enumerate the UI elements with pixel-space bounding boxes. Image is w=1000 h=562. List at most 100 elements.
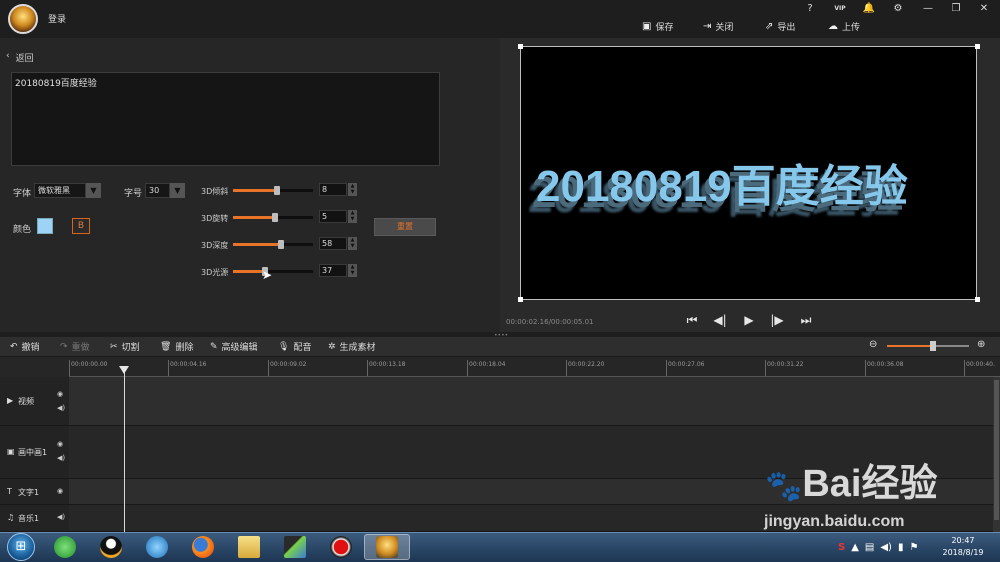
track-lane-video[interactable] [69,377,993,426]
resize-handle-br[interactable] [975,297,980,302]
taskbar-app-explorer[interactable] [226,534,272,560]
export-button[interactable]: ⇗ 导出 [765,19,795,33]
help-button[interactable]: ? [800,2,820,16]
bold-toggle[interactable]: B [72,218,90,234]
device-icon[interactable]: ▤ [865,542,874,553]
step-forward-icon[interactable]: |▶ [769,313,785,327]
step-back-icon[interactable]: ◀| [712,313,728,327]
light-stepper[interactable]: ▲ ▼ [348,264,357,277]
taskbar-app-recorder[interactable] [318,534,364,560]
taskbar-app-player[interactable] [272,534,318,560]
app-logo [8,4,38,34]
upload-label: 上传 [842,22,861,33]
start-button[interactable]: ⊞ [7,533,35,561]
notification-icon[interactable]: 🔔 [859,2,879,16]
taskbar-app-qq[interactable] [88,534,134,560]
timeline-scrollbar-thumb[interactable] [994,380,999,520]
taskbar-app-video-editor-active[interactable] [364,534,410,560]
depth-slider[interactable] [233,243,313,246]
zoom-in-icon[interactable]: ⊕ [977,339,985,350]
depth-stepper[interactable]: ▲ ▼ [348,237,357,250]
generate-label: 生成素材 [339,343,376,353]
taskbar-app-360[interactable] [42,534,88,560]
size-dropdown-icon[interactable]: ▼ [170,183,185,198]
reset-button[interactable]: 重置 [374,218,436,236]
sogou-ime-icon[interactable]: S [838,542,845,553]
delete-button[interactable]: 🗑 删除 [160,340,193,354]
generate-button[interactable]: ✲ 生成素材 [328,340,376,354]
track-header-video[interactable]: ▶ 视频 ◉ ◀) [0,377,69,426]
track-header-music[interactable]: ♫ 音乐1 ◀) [0,505,69,532]
ruler-label: 00:00:04.16 [170,361,207,368]
tilt-slider-fill [233,189,277,192]
back-button[interactable]: ‹ 返回 [6,51,34,64]
font-dropdown-icon[interactable]: ▼ [86,183,101,198]
caption-text-input[interactable]: 20180819百度经验 [11,72,440,166]
show-hidden-icons-icon[interactable]: ▲ [851,542,859,553]
playhead-line[interactable] [124,369,125,532]
eye-icon[interactable]: ◉ [57,487,63,495]
track-header-text[interactable]: T 文字1 ◉ [0,479,69,505]
close-window-button[interactable]: ✕ [974,2,994,16]
music-track-icon: ♫ [7,513,15,522]
chevron-left-icon: ‹ [6,51,10,61]
login-link[interactable]: 登录 [48,12,66,25]
light-slider[interactable] [233,270,313,273]
play-icon[interactable]: ▶ [741,313,757,327]
save-button[interactable]: ▣ 保存 [642,19,673,33]
volume-icon[interactable]: ◀) [880,542,892,553]
tilt-slider[interactable] [233,189,313,192]
font-select[interactable]: 微软雅黑 [34,183,86,198]
speaker-icon[interactable]: ◀) [57,513,65,521]
ruler-major-tick [69,360,70,376]
settings-icon[interactable]: ⚙ [888,2,908,16]
speaker-icon[interactable]: ◀) [57,454,65,462]
color-picker[interactable] [37,218,53,234]
advanced-edit-button[interactable]: ✎ 高级编辑 [210,340,258,354]
resize-handle-tr[interactable] [975,44,980,49]
action-center-icon[interactable]: ⚑ [909,542,918,553]
track-header-pip[interactable]: ▣ 画中画1 ◉ ◀) [0,426,69,479]
skip-to-start-icon[interactable]: ⏮ [684,313,700,327]
rotate-stepper[interactable]: ▲ ▼ [348,210,357,223]
depth-slider-handle[interactable] [278,240,284,249]
vip-button[interactable]: VIP [830,2,850,16]
speaker-icon[interactable]: ◀) [57,404,65,412]
tilt-stepper[interactable]: ▲ ▼ [348,183,357,196]
ruler-major-tick [268,360,269,376]
size-select[interactable]: 30 [145,183,170,198]
maximize-button[interactable]: ❐ [946,2,966,16]
tilt-value-input[interactable]: 8 [319,183,347,196]
depth-slider-fill [233,243,281,246]
timeline-ruler[interactable] [69,357,1000,377]
network-icon[interactable]: ▮ [898,542,904,553]
taskbar-app-firefox[interactable] [180,534,226,560]
minimize-button[interactable]: — [918,2,938,16]
resize-handle-bl[interactable] [518,297,523,302]
redo-button[interactable]: ↷ 重做 [60,340,90,354]
upload-button[interactable]: ☁ 上传 [828,19,860,33]
tilt-slider-handle[interactable] [274,186,280,195]
skip-to-end-icon[interactable]: ⏭ [798,313,814,327]
eye-icon[interactable]: ◉ [57,390,63,398]
system-tray: S ▲ ▤ ◀) ▮ ⚑ [838,534,918,560]
rotate-value-input[interactable]: 5 [319,210,347,223]
playhead-marker[interactable] [119,366,129,374]
taskbar-clock[interactable]: 20:47 2018/8/19 [936,535,990,559]
dub-button[interactable]: 🎙 配音 [278,340,312,354]
mouse-cursor-icon: ➤ [262,268,273,282]
cut-button[interactable]: ✂ 切割 [110,340,140,354]
undo-button[interactable]: ↶ 撤销 [10,340,40,354]
close-project-icon: ⇥ [703,20,712,32]
light-value-input[interactable]: 37 [319,264,347,277]
eye-icon[interactable]: ◉ [57,440,63,448]
zoom-slider-handle[interactable] [930,341,936,351]
zoom-out-icon[interactable]: ⊖ [869,339,877,350]
resize-handle-tl[interactable] [518,44,523,49]
dub-label: 配音 [293,343,312,353]
taskbar-app-media[interactable] [134,534,180,560]
light-slider-fill [233,270,265,273]
depth-value-input[interactable]: 58 [319,237,347,250]
close-project-button[interactable]: ⇥ 关闭 [703,19,733,33]
rotate-slider-handle[interactable] [272,213,279,222]
